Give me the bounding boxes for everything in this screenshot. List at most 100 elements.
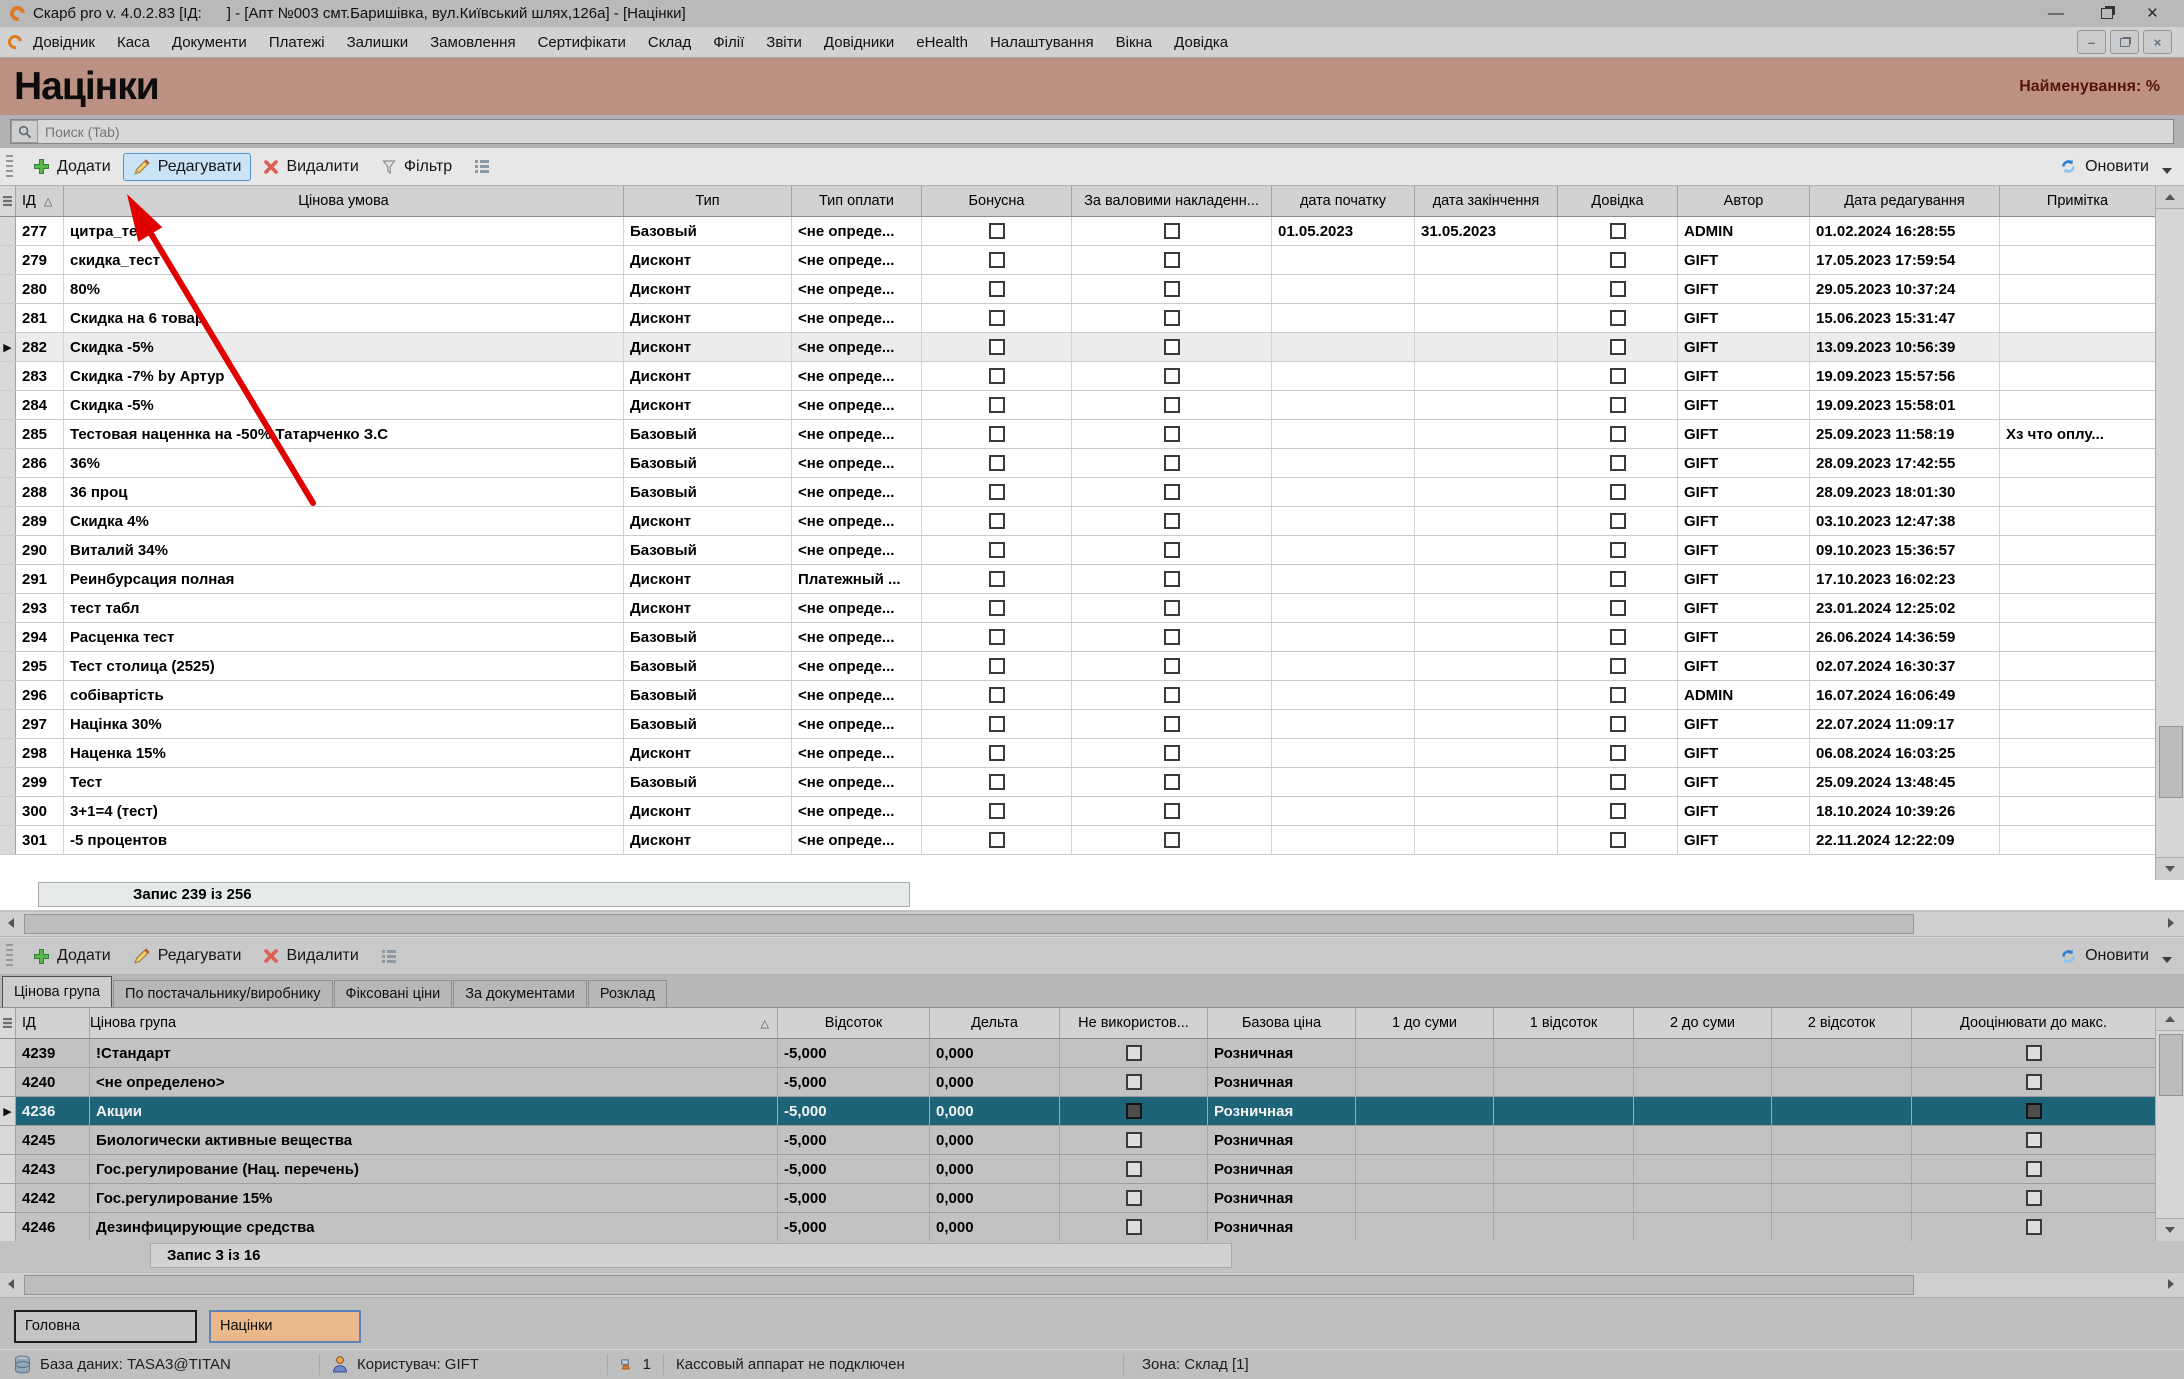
column-header-10[interactable]: 2 відсоток [1772, 1008, 1912, 1038]
checkbox[interactable] [1164, 716, 1180, 732]
table-row[interactable]: 277цитра_тестБазовый<не опреде...01.05.2… [0, 217, 2156, 246]
toolbar-grip[interactable] [6, 944, 13, 968]
tab-1[interactable]: Цінова група [2, 976, 112, 1007]
checkbox[interactable] [1610, 716, 1626, 732]
mdi-restore-icon[interactable] [2110, 30, 2139, 54]
table-row[interactable]: 284Скидка -5%Дисконт<не опреде...GIFT19.… [0, 391, 2156, 420]
table-row[interactable]: 4243Гос.регулирование (Нац. перечень)-5,… [0, 1155, 2156, 1184]
table-row[interactable]: 28836 процБазовый<не опреде...GIFT28.09.… [0, 478, 2156, 507]
column-header-11[interactable]: Дата редагування [1810, 186, 2000, 216]
checkbox[interactable] [1610, 629, 1626, 645]
checkbox[interactable] [1164, 571, 1180, 587]
column-header-10[interactable]: Автор [1678, 186, 1810, 216]
checkbox[interactable] [1610, 774, 1626, 790]
table-row[interactable]: ▶282Скидка -5%Дисконт<не опреде...GIFT13… [0, 333, 2156, 362]
table-row[interactable]: 294Расценка тестБазовый<не опреде...GIFT… [0, 623, 2156, 652]
checkbox[interactable] [1164, 832, 1180, 848]
checkbox[interactable] [989, 832, 1005, 848]
tab-3[interactable]: Фіксовані ціни [334, 980, 453, 1007]
checkbox[interactable] [1164, 397, 1180, 413]
checkbox[interactable] [1164, 803, 1180, 819]
checkbox[interactable] [1610, 281, 1626, 297]
vertical-scrollbar[interactable] [2155, 1008, 2184, 1241]
add-button[interactable]: Додати [23, 153, 121, 181]
checkbox[interactable] [1164, 774, 1180, 790]
column-header-9[interactable]: 2 до суми [1634, 1008, 1772, 1038]
checkbox[interactable] [989, 252, 1005, 268]
tab-5[interactable]: Розклад [588, 980, 667, 1007]
checkbox[interactable] [1610, 832, 1626, 848]
scroll-down-icon[interactable] [2156, 857, 2184, 880]
table-row[interactable]: 4246Дезинфицирующие средства-5,0000,000Р… [0, 1213, 2156, 1242]
search-icon[interactable] [11, 120, 38, 143]
checkbox[interactable] [1610, 397, 1626, 413]
menu-item-12[interactable]: eHealth [905, 34, 979, 51]
mdi-minimize-icon[interactable]: – [2077, 30, 2106, 54]
checkbox[interactable] [1610, 687, 1626, 703]
checkbox[interactable] [989, 803, 1005, 819]
refresh-button[interactable]: Оновити [2059, 947, 2172, 966]
checkbox[interactable] [1164, 513, 1180, 529]
checkbox[interactable] [1610, 455, 1626, 471]
columns-button[interactable] [371, 944, 407, 969]
table-row[interactable]: 28636%Базовый<не опреде...GIFT28.09.2023… [0, 449, 2156, 478]
checkbox[interactable] [989, 513, 1005, 529]
table-row[interactable]: ▶4236Акции-5,0000,000Розничная [0, 1097, 2156, 1126]
table-row[interactable]: 301-5 процентовДисконт<не опреде...GIFT2… [0, 826, 2156, 855]
checkbox[interactable] [1164, 426, 1180, 442]
checkbox[interactable] [989, 629, 1005, 645]
checkbox[interactable] [2026, 1045, 2042, 1061]
column-header-4[interactable]: Дельта [930, 1008, 1060, 1038]
table-row[interactable]: 291Реинбурсация полнаяДисконтПлатежный .… [0, 565, 2156, 594]
checkbox[interactable] [1610, 368, 1626, 384]
column-header-5[interactable]: Не використов... [1060, 1008, 1208, 1038]
table-row[interactable]: 279скидка_тестДисконт<не опреде...GIFT17… [0, 246, 2156, 275]
scrollbar-thumb[interactable] [2159, 726, 2183, 798]
checkbox[interactable] [1164, 223, 1180, 239]
checkbox[interactable] [1164, 745, 1180, 761]
table-row[interactable]: 298Наценка 15%Дисконт<не опреде...GIFT06… [0, 739, 2156, 768]
table-row[interactable]: 297Націнка 30%Базовый<не опреде...GIFT22… [0, 710, 2156, 739]
menu-item-14[interactable]: Вікна [1105, 34, 1164, 51]
refresh-dropdown-icon[interactable] [2162, 168, 2172, 174]
columns-button[interactable] [464, 154, 500, 179]
checkbox[interactable] [1610, 658, 1626, 674]
checkbox[interactable] [1126, 1045, 1142, 1061]
mdi-close-icon[interactable]: × [2143, 30, 2172, 54]
checkbox[interactable] [1164, 600, 1180, 616]
menu-item-15[interactable]: Довідка [1163, 34, 1239, 51]
checkbox[interactable] [989, 658, 1005, 674]
menu-item-13[interactable]: Налаштування [979, 34, 1105, 51]
checkbox[interactable] [1610, 310, 1626, 326]
minimize-icon[interactable]: — [2048, 6, 2064, 22]
checkbox[interactable] [989, 426, 1005, 442]
column-header-6[interactable]: Базова ціна [1208, 1008, 1356, 1038]
column-header-8[interactable]: дата закінчення [1415, 186, 1558, 216]
scroll-left-icon[interactable] [0, 912, 22, 934]
refresh-dropdown-icon[interactable] [2162, 957, 2172, 963]
checkbox[interactable] [1126, 1132, 1142, 1148]
checkbox[interactable] [989, 397, 1005, 413]
horizontal-scrollbar[interactable] [0, 1272, 2184, 1298]
menu-item-8[interactable]: Склад [637, 34, 702, 51]
checkbox[interactable] [989, 223, 1005, 239]
menu-item-11[interactable]: Довідники [813, 34, 905, 51]
checkbox[interactable] [989, 600, 1005, 616]
close-icon[interactable]: × [2147, 4, 2158, 23]
checkbox[interactable] [1164, 310, 1180, 326]
checkbox[interactable] [1610, 339, 1626, 355]
checkbox[interactable] [989, 368, 1005, 384]
vertical-scrollbar[interactable] [2155, 186, 2184, 880]
checkbox[interactable] [2026, 1161, 2042, 1177]
horizontal-scrollbar[interactable] [0, 911, 2184, 937]
refresh-button[interactable]: Оновити [2059, 157, 2172, 176]
table-row[interactable]: 285Тестовая наценнка на -50% Татарченко … [0, 420, 2156, 449]
search-input[interactable] [38, 124, 2173, 140]
column-header-4[interactable]: Тип оплати [792, 186, 922, 216]
checkbox[interactable] [1126, 1219, 1142, 1235]
checkbox[interactable] [1610, 484, 1626, 500]
table-row[interactable]: 289Скидка 4%Дисконт<не опреде...GIFT03.1… [0, 507, 2156, 536]
scrollbar-thumb[interactable] [24, 914, 1914, 934]
checkbox[interactable] [1164, 368, 1180, 384]
checkbox[interactable] [1164, 455, 1180, 471]
